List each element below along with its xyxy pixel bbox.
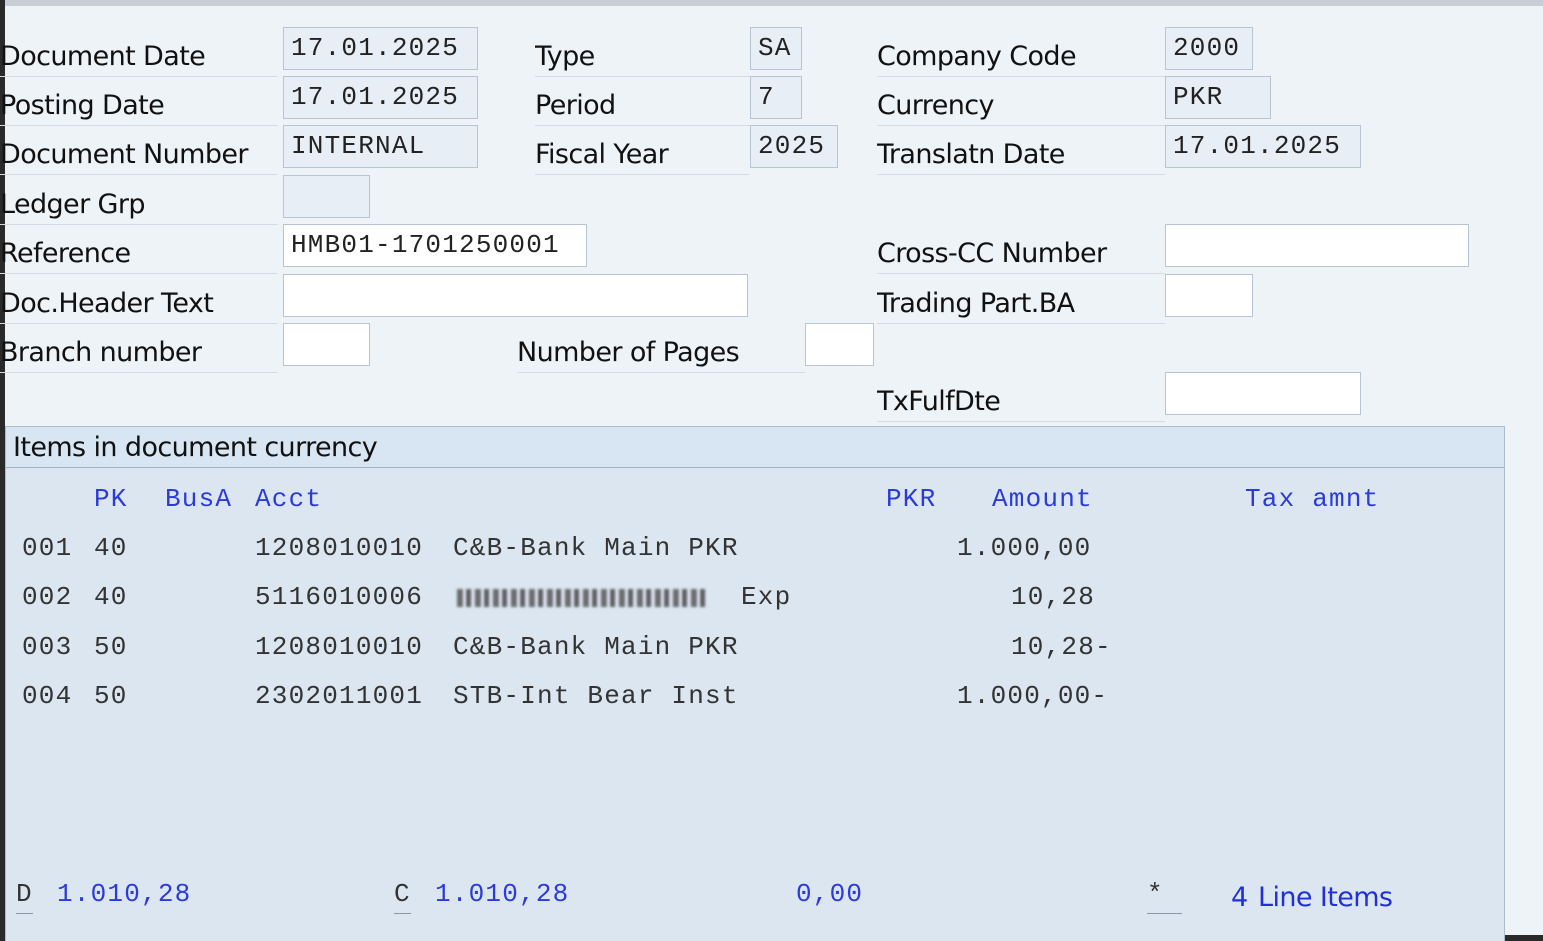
posting-date-label: Posting Date bbox=[0, 82, 278, 126]
branch-number-label: Branch number bbox=[0, 329, 278, 373]
fiscal-year-label: Fiscal Year bbox=[535, 131, 750, 175]
cross-cc-number-label: Cross-CC Number bbox=[877, 230, 1165, 274]
redacted-text bbox=[457, 589, 707, 607]
row-number: 004 bbox=[22, 681, 73, 711]
reference-field[interactable]: HMB01-1701250001 bbox=[283, 224, 587, 267]
type-label: Type bbox=[535, 33, 750, 77]
company-code-label: Company Code bbox=[877, 33, 1165, 77]
row-description: Exp bbox=[741, 582, 792, 612]
debit-indicator: D bbox=[16, 879, 33, 914]
credit-indicator: C bbox=[394, 879, 411, 914]
row-pk: 50 bbox=[94, 632, 128, 662]
row-pk: 40 bbox=[94, 533, 128, 563]
column-header-currency: PKR bbox=[886, 484, 937, 514]
row-account: 1208010010 bbox=[255, 533, 424, 563]
column-header-busa: BusA bbox=[165, 484, 233, 514]
row-amount: 1.000,00 bbox=[957, 533, 1092, 563]
company-code-field[interactable]: 2000 bbox=[1165, 27, 1253, 70]
row-number: 003 bbox=[22, 632, 73, 662]
tx-fulf-dte-field[interactable] bbox=[1165, 372, 1361, 415]
trading-part-ba-label: Trading Part.BA bbox=[877, 280, 1165, 324]
column-header-amount: Amount bbox=[992, 484, 1093, 514]
status-star: * bbox=[1147, 879, 1182, 914]
column-header-tax-amnt: Tax amnt bbox=[1245, 484, 1380, 514]
row-amount: 10,28 bbox=[1011, 582, 1096, 612]
number-of-pages-field[interactable] bbox=[805, 323, 874, 366]
row-account: 2302011001 bbox=[255, 681, 424, 711]
doc-header-text-field[interactable] bbox=[283, 274, 748, 317]
cross-cc-number-field[interactable] bbox=[1165, 224, 1469, 267]
period-label: Period bbox=[535, 82, 750, 126]
line-items-label: Line Items bbox=[1258, 882, 1393, 913]
ledger-grp-label: Ledger Grp bbox=[0, 181, 278, 225]
column-header-acct: Acct bbox=[255, 484, 323, 514]
row-pk: 50 bbox=[94, 681, 128, 711]
doc-header-text-label: Doc.Header Text bbox=[0, 280, 278, 324]
line-items-count: 4 bbox=[1231, 882, 1248, 913]
row-pk: 40 bbox=[94, 582, 128, 612]
credit-total: 1.010,28 bbox=[435, 879, 570, 909]
posting-date-field[interactable]: 17.01.2025 bbox=[283, 76, 478, 119]
document-date-field[interactable]: 17.01.2025 bbox=[283, 27, 478, 70]
items-panel: Items in document currency PK BusA Acct … bbox=[5, 426, 1505, 941]
ledger-grp-field[interactable] bbox=[283, 175, 370, 218]
reference-label: Reference bbox=[0, 230, 278, 274]
row-number: 001 bbox=[22, 533, 73, 563]
column-header-pk: PK bbox=[94, 484, 128, 514]
document-number-label: Document Number bbox=[0, 131, 278, 175]
fiscal-year-field[interactable]: 2025 bbox=[750, 125, 838, 168]
row-amount: 1.000,00- bbox=[957, 681, 1109, 711]
translatn-date-field[interactable]: 17.01.2025 bbox=[1165, 125, 1361, 168]
row-number: 002 bbox=[22, 582, 73, 612]
period-field[interactable]: 7 bbox=[750, 76, 802, 119]
row-description: STB-Int Bear Inst bbox=[453, 681, 739, 711]
balance-total: 0,00 bbox=[796, 879, 864, 909]
debit-total: 1.010,28 bbox=[57, 879, 192, 909]
row-description: C&B-Bank Main PKR bbox=[453, 533, 739, 563]
type-field[interactable]: SA bbox=[750, 27, 802, 70]
document-number-field[interactable]: INTERNAL bbox=[283, 125, 478, 168]
document-date-label: Document Date bbox=[0, 33, 278, 77]
trading-part-ba-field[interactable] bbox=[1165, 274, 1253, 317]
row-amount: 10,28- bbox=[1011, 632, 1112, 662]
currency-field[interactable]: PKR bbox=[1165, 76, 1271, 119]
items-panel-title: Items in document currency bbox=[13, 432, 378, 463]
translatn-date-label: Translatn Date bbox=[877, 131, 1165, 175]
row-description: C&B-Bank Main PKR bbox=[453, 632, 739, 662]
currency-label: Currency bbox=[877, 82, 1165, 126]
row-account: 1208010010 bbox=[255, 632, 424, 662]
row-account: 5116010006 bbox=[255, 582, 424, 612]
branch-number-field[interactable] bbox=[283, 323, 370, 366]
document-entry-screen: Document Date 17.01.2025 Posting Date 17… bbox=[0, 0, 1543, 941]
tx-fulf-dte-label: TxFulfDte bbox=[877, 378, 1165, 422]
items-panel-header: Items in document currency bbox=[6, 427, 1504, 468]
number-of-pages-label: Number of Pages bbox=[517, 329, 805, 373]
